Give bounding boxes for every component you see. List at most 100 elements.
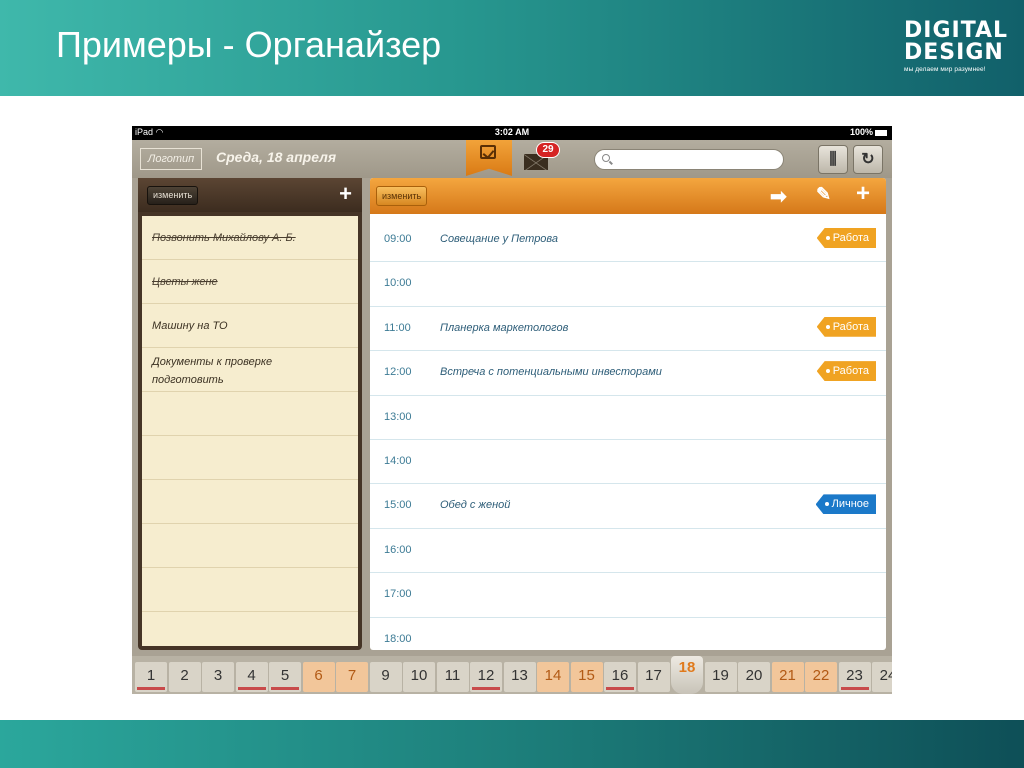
row-time: 12:00 [384,366,412,379]
refresh-button[interactable]: ↻ [853,145,883,174]
day-strip: 12345679101112131415161718192021222324 [132,656,892,694]
day-cell[interactable]: 19 [704,662,737,692]
digital-design-logo: DIGITAL DESIGN мы делаем мир разумнее! [904,18,1009,74]
current-date: Среда, 18 апреля [216,149,337,165]
day-label: 14 [544,667,562,684]
schedule-edit-button[interactable]: изменить [376,186,428,206]
day-cell[interactable]: 9 [369,662,402,692]
todo-item[interactable]: Документы к проверке подготовить [152,353,342,389]
todo-edit-button[interactable]: изменить [147,186,199,205]
day-cell[interactable]: 13 [503,662,536,692]
day-cell[interactable]: 12 [470,662,502,692]
schedule-row[interactable]: 12:00 Встреча с потенциальными инвесторам… [370,351,886,396]
row-event[interactable]: Совещание у Петрова [440,233,558,245]
mail-unread-badge: 29 [536,142,560,158]
todo-item[interactable]: Машину на ТО [152,317,342,335]
day-label: 13 [511,667,528,684]
settings-button[interactable]: ⫼ [818,145,848,174]
slide-title: Примеры - Органайзер [56,24,442,65]
day-event-marker [840,687,869,690]
day-event-marker [472,687,500,690]
logo-tagline: мы делаем мир разумнее! [904,66,986,73]
day-label: 1 [146,667,156,684]
schedule-row[interactable]: 13:00 [370,396,886,440]
day-label: 20 [745,667,763,684]
row-time: 15:00 [384,499,412,512]
schedule-row[interactable]: 17:00 [370,573,886,618]
todo-panel: изменить + Позвонить Михайлову А. Б. Цве… [138,178,362,650]
day-cell[interactable]: 1 [135,662,167,692]
day-cell[interactable]: 15 [570,662,603,692]
row-time: 10:00 [384,277,412,290]
day-cell[interactable]: 2 [168,662,201,692]
battery-percent: 100% [849,127,873,137]
day-cell[interactable]: 21 [771,662,804,692]
day-label: 9 [381,667,390,684]
day-label: 12 [477,667,495,684]
day-cell[interactable]: 3 [202,662,234,692]
todo-add-button[interactable]: + [339,182,352,206]
day-label: 23 [846,667,863,684]
day-label: 5 [280,667,290,684]
day-today[interactable]: 18 [671,656,703,694]
row-time: 18:00 [384,632,412,645]
schedule-row[interactable]: 11:00 Планерка маркетологов Работа [370,307,886,352]
day-label: 4 [247,667,256,684]
schedule-row[interactable]: 14:00 [370,440,886,485]
battery-status: 100% [850,127,887,137]
day-cell[interactable]: 5 [269,662,301,692]
logo-line1: DIGITAL [904,18,1009,43]
search-input[interactable] [617,151,777,168]
day-cell[interactable]: 24 [872,662,892,692]
day-event-marker [237,687,266,690]
status-time: 3:02 AM [494,127,530,137]
day-cell[interactable]: 10 [403,662,435,692]
wrench-icon[interactable]: ✎ [816,184,831,205]
category-tag: Работа [816,361,876,382]
add-event-button[interactable]: + [856,180,870,208]
todo-item[interactable]: Позвонить Михайлову А. Б. [152,229,342,247]
day-cell[interactable]: 22 [805,662,837,692]
day-label: 6 [314,667,323,684]
day-event-marker [606,687,634,690]
day-cell[interactable]: 14 [537,662,569,692]
day-cell[interactable]: 20 [738,662,770,692]
day-label: 7 [347,667,357,684]
schedule-row[interactable]: 15:00 Обед с женой Личное [370,484,886,529]
day-cell[interactable]: 4 [235,662,268,692]
tasks-tab-button[interactable] [466,140,512,176]
schedule-row[interactable]: 16:00 [370,529,886,574]
row-event[interactable]: Обед с женой [440,499,510,511]
row-time: 14:00 [384,454,412,467]
search-icon [602,154,610,162]
top-toolbar: Логотип Среда, 18 апреля 29 ⫼ ↻ [132,140,892,178]
schedule-row[interactable]: 18:00 [370,618,886,650]
day-cell[interactable]: 17 [637,662,670,692]
day-label: 2 [180,667,189,684]
slide-footer [0,720,1024,768]
category-tag: Работа [816,316,876,337]
row-time: 09:00 [384,233,412,245]
schedule-panel: изменить ➡ ✎ + 09:00 Совещание у Петрова Р… [370,178,886,650]
day-cell[interactable]: 6 [302,662,335,692]
todo-list: Позвонить Михайлову А. Б. Цветы жене Маш… [142,216,358,646]
plus-icon: + [339,181,352,206]
day-event-marker [271,687,299,690]
logo-line2: DESIGN [904,40,1004,65]
row-event[interactable]: Планерка маркетологов [440,322,568,334]
day-cell[interactable]: 23 [838,662,871,692]
schedule-rows: 09:00 Совещание у Петрова Работа 10:00 11:00… [370,218,886,650]
day-label: 17 [645,667,662,684]
day-cell[interactable]: 7 [336,662,368,692]
refresh-icon: ↻ [861,151,875,168]
day-cell[interactable]: 16 [604,662,636,692]
search-box[interactable] [594,149,784,170]
todo-item[interactable]: Цветы жене [152,273,342,291]
schedule-row[interactable]: 10:00 [370,262,886,307]
forward-arrow-icon[interactable]: ➡ [770,184,787,209]
app-logo-placeholder[interactable]: Логотип [140,148,202,170]
row-event[interactable]: Встреча с потенциальными инвесторами [440,366,662,378]
day-cell[interactable]: 11 [436,662,469,692]
schedule-row[interactable]: 09:00 Совещание у Петрова Работа [370,218,886,263]
day-label: 16 [611,667,629,684]
